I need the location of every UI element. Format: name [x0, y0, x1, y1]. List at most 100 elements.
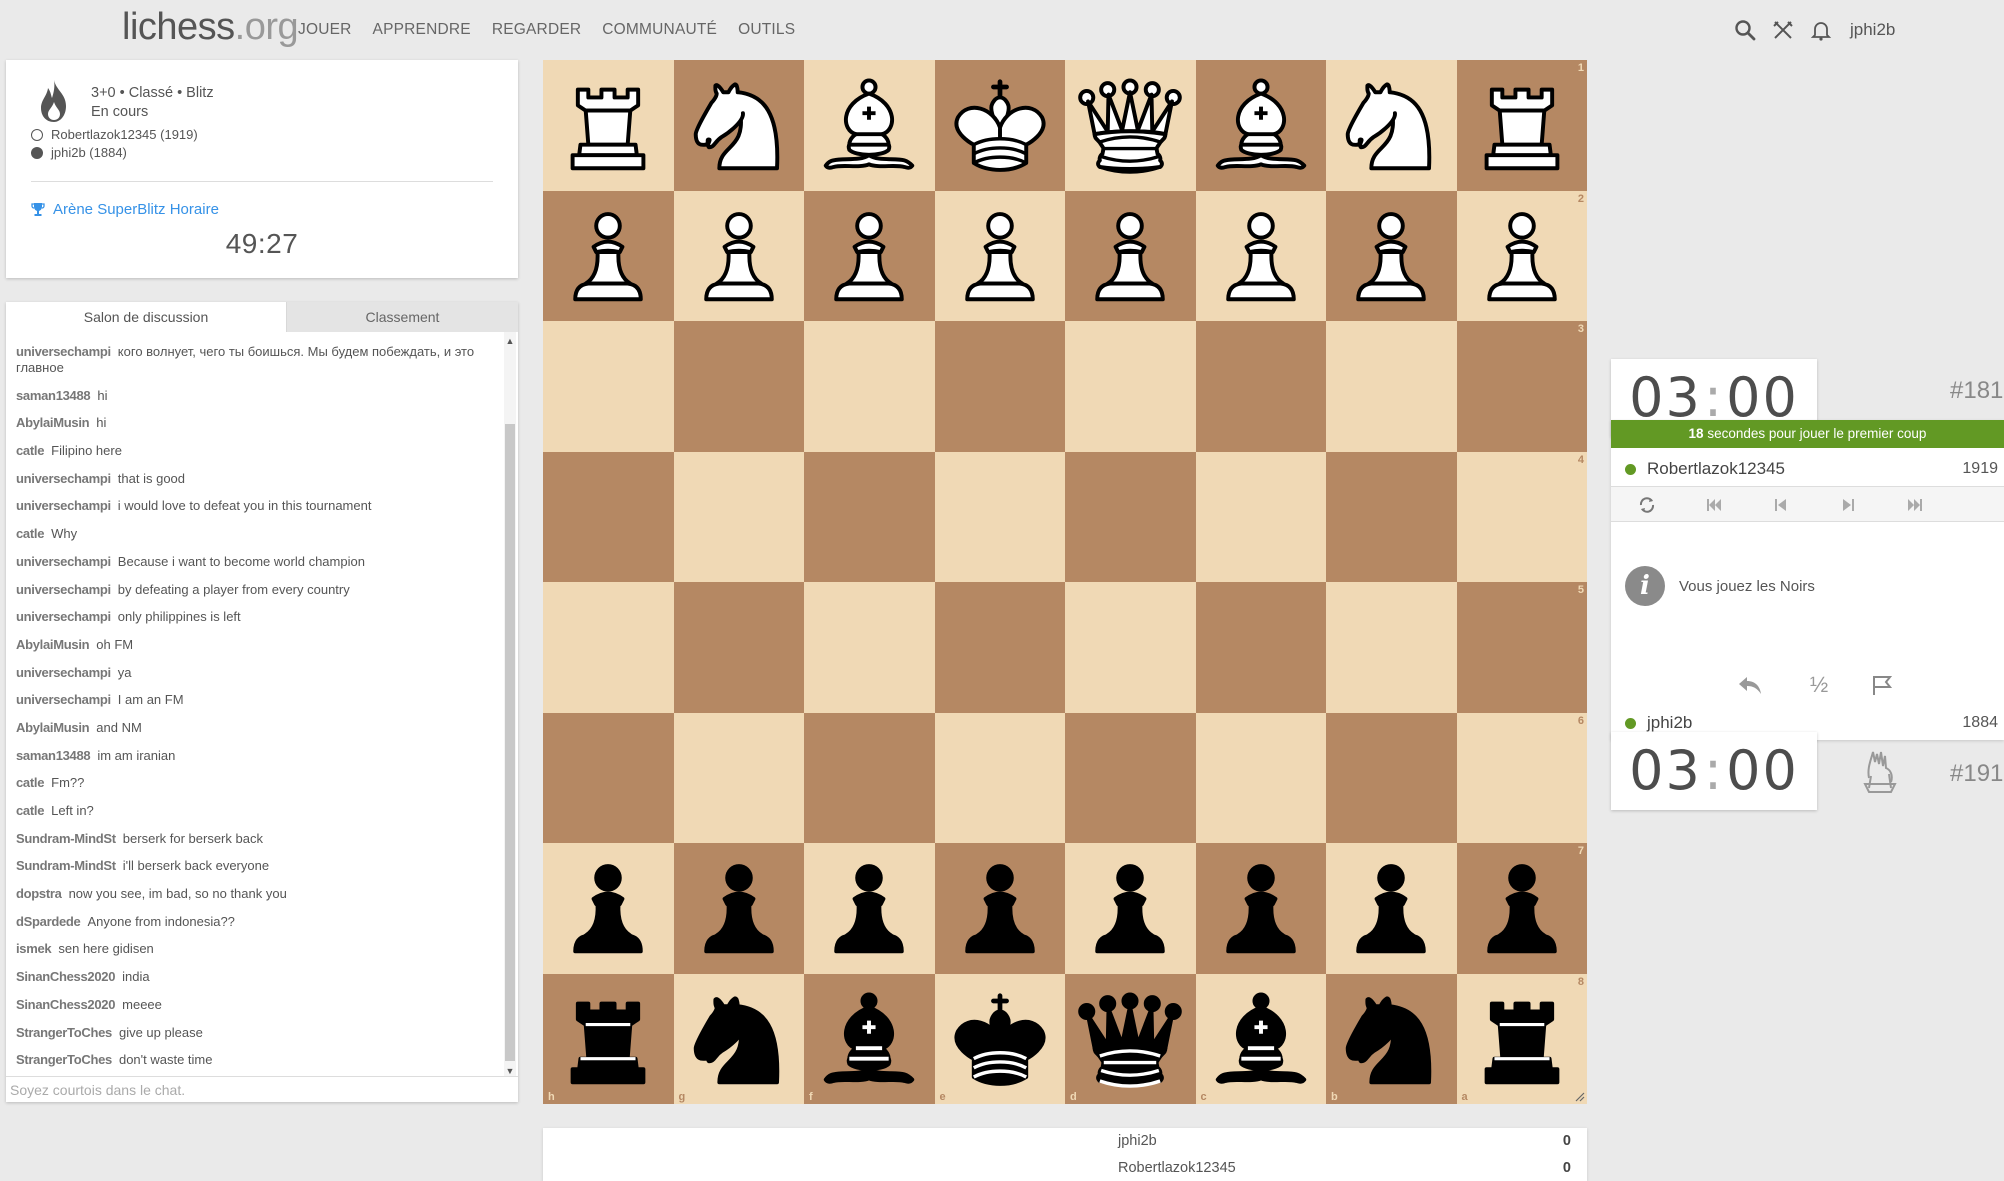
tab-chat-room[interactable]: Salon de discussion	[6, 302, 286, 332]
chat-username[interactable]: universechampi	[16, 344, 111, 359]
board-square[interactable]: 6	[1456, 712, 1587, 843]
chat-username[interactable]: AbylaiMusin	[16, 720, 90, 735]
chat-username[interactable]: universechampi	[16, 498, 111, 513]
board-square[interactable]	[804, 712, 935, 843]
board-square[interactable]	[673, 321, 804, 452]
previous-move-icon[interactable]	[1771, 495, 1791, 515]
black-queen-icon[interactable]	[1065, 974, 1196, 1105]
chat-username[interactable]: universechampi	[16, 609, 111, 624]
search-icon[interactable]	[1733, 18, 1757, 42]
standing-row[interactable]: jphi2b 0	[1118, 1128, 1587, 1154]
chat-username[interactable]: ismek	[16, 941, 52, 956]
tab-standings[interactable]: Classement	[286, 302, 518, 332]
nav-community[interactable]: COMMUNAUTÉ	[602, 21, 717, 39]
chat-username[interactable]: SinanChess2020	[16, 969, 115, 984]
black-pawn-icon[interactable]	[935, 843, 1066, 974]
white-pawn-icon[interactable]	[1457, 191, 1588, 322]
challenge-icon[interactable]	[1771, 18, 1795, 42]
board-square[interactable]: 5	[1456, 582, 1587, 713]
chat-scrollbar[interactable]: ▲ ▼	[504, 332, 516, 1080]
last-move-icon[interactable]	[1905, 495, 1925, 515]
board-square[interactable]	[934, 582, 1065, 713]
chat-username[interactable]: StrangerToChes	[16, 1052, 112, 1067]
white-pawn-icon[interactable]	[1196, 191, 1327, 322]
black-player-entry[interactable]: jphi2b (1884)	[31, 144, 198, 162]
chat-username[interactable]: AbylaiMusin	[16, 415, 90, 430]
board-square[interactable]	[934, 712, 1065, 843]
bell-icon[interactable]	[1809, 18, 1833, 42]
board-square[interactable]	[1326, 451, 1457, 582]
white-queen-icon[interactable]	[1065, 60, 1196, 191]
white-rook-icon[interactable]	[543, 60, 674, 191]
white-pawn-icon[interactable]	[674, 191, 805, 322]
board-square[interactable]	[543, 712, 674, 843]
board-square[interactable]	[804, 582, 935, 713]
chat-username[interactable]: universechampi	[16, 471, 111, 486]
board-square[interactable]	[1326, 321, 1457, 452]
black-rook-icon[interactable]	[543, 974, 674, 1105]
takeback-icon[interactable]	[1735, 670, 1765, 700]
chat-input[interactable]	[6, 1077, 518, 1102]
black-pawn-icon[interactable]	[1326, 843, 1457, 974]
chat-username[interactable]: dSpardede	[16, 914, 81, 929]
white-bishop-icon[interactable]	[804, 60, 935, 191]
next-move-icon[interactable]	[1838, 495, 1858, 515]
chat-username[interactable]: universechampi	[16, 692, 111, 707]
nav-tools[interactable]: OUTILS	[738, 21, 795, 39]
chat-username[interactable]: StrangerToChes	[16, 1025, 112, 1040]
white-king-icon[interactable]	[935, 60, 1066, 191]
board-square[interactable]	[804, 451, 935, 582]
board-square[interactable]	[673, 451, 804, 582]
white-pawn-icon[interactable]	[1326, 191, 1457, 322]
chat-username[interactable]: saman13488	[16, 388, 91, 403]
nav-watch[interactable]: REGARDER	[492, 21, 581, 39]
board-square[interactable]	[934, 321, 1065, 452]
chat-username[interactable]: saman13488	[16, 748, 91, 763]
site-logo[interactable]: lichess.org	[122, 6, 299, 49]
board-square[interactable]	[1195, 712, 1326, 843]
black-bishop-icon[interactable]	[804, 974, 935, 1105]
nav-play[interactable]: JOUER	[298, 21, 352, 39]
chess-board[interactable]: 1234567hgfedcb8a	[543, 60, 1587, 1104]
white-knight-icon[interactable]	[1326, 60, 1457, 191]
chat-username[interactable]: Sundram-MindSt	[16, 858, 116, 873]
black-pawn-icon[interactable]	[674, 843, 805, 974]
black-king-icon[interactable]	[935, 974, 1066, 1105]
offer-draw-button[interactable]: ½	[1804, 670, 1834, 700]
black-bishop-icon[interactable]	[1196, 974, 1327, 1105]
first-move-icon[interactable]	[1704, 495, 1724, 515]
tournament-link[interactable]: Arène SuperBlitz Horaire	[31, 201, 219, 218]
board-square[interactable]	[934, 451, 1065, 582]
board-square[interactable]	[1326, 582, 1457, 713]
chat-username[interactable]: AbylaiMusin	[16, 637, 90, 652]
chat-username[interactable]: catle	[16, 803, 44, 818]
chat-username[interactable]: universechampi	[16, 554, 111, 569]
berserk-icon[interactable]	[1859, 748, 1903, 796]
board-square[interactable]	[804, 321, 935, 452]
chat-username[interactable]: catle	[16, 443, 44, 458]
black-pawn-icon[interactable]	[1457, 843, 1588, 974]
board-square[interactable]	[1195, 582, 1326, 713]
white-pawn-icon[interactable]	[935, 191, 1066, 322]
chat-username[interactable]: catle	[16, 775, 44, 790]
black-rook-icon[interactable]	[1457, 974, 1588, 1105]
black-pawn-icon[interactable]	[1196, 843, 1327, 974]
board-square[interactable]	[673, 712, 804, 843]
chat-scroll-thumb[interactable]	[505, 424, 515, 1061]
board-square[interactable]	[543, 451, 674, 582]
board-square[interactable]	[543, 582, 674, 713]
scroll-up-arrow-icon[interactable]: ▲	[504, 334, 516, 348]
board-square[interactable]	[1065, 712, 1196, 843]
resign-flag-icon[interactable]	[1867, 670, 1897, 700]
board-square[interactable]: 3	[1456, 321, 1587, 452]
black-pawn-icon[interactable]	[1065, 843, 1196, 974]
board-square[interactable]	[673, 582, 804, 713]
white-rook-icon[interactable]	[1457, 60, 1588, 191]
board-square[interactable]	[1195, 451, 1326, 582]
chat-username[interactable]: universechampi	[16, 582, 111, 597]
white-pawn-icon[interactable]	[1065, 191, 1196, 322]
black-knight-icon[interactable]	[1326, 974, 1457, 1105]
white-knight-icon[interactable]	[674, 60, 805, 191]
chat-username[interactable]: Sundram-MindSt	[16, 831, 116, 846]
black-pawn-icon[interactable]	[543, 843, 674, 974]
